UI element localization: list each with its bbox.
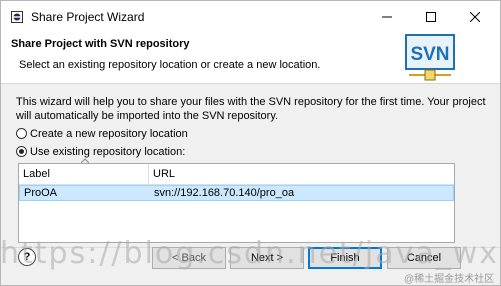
next-button[interactable]: Next >	[230, 247, 304, 269]
repository-table[interactable]: Label URL ProOA svn://192.168.70.140/pro…	[18, 158, 455, 243]
banner-description: Select an existing repository location o…	[19, 59, 321, 71]
option-create-new[interactable]: Create a new repository location	[16, 127, 188, 140]
title-bar: Share Project Wizard	[1, 1, 500, 33]
cell-url: svn://192.168.70.140/pro_oa	[154, 187, 295, 199]
help-button[interactable]: ?	[18, 248, 36, 266]
minimize-button[interactable]	[365, 1, 409, 33]
intro-text: This wizard will help you to share your …	[16, 96, 486, 122]
wizard-banner: Share Project with SVN repository Select…	[1, 33, 500, 84]
cancel-button[interactable]: Cancel	[387, 247, 461, 269]
close-icon	[470, 12, 480, 22]
back-button[interactable]: < Back	[152, 247, 226, 269]
column-header-url[interactable]: URL	[149, 164, 454, 184]
close-button[interactable]	[453, 1, 497, 33]
wizard-window: Share Project Wizard Share Project with …	[0, 0, 501, 286]
radio-use-existing[interactable]	[16, 146, 27, 157]
svn-logo-icon: SVN	[405, 34, 455, 81]
table-row[interactable]: ProOA svn://192.168.70.140/pro_oa	[19, 185, 454, 201]
eclipse-app-icon	[11, 11, 23, 23]
maximize-button[interactable]	[409, 1, 453, 33]
window-title: Share Project Wizard	[31, 10, 145, 24]
minimize-icon	[382, 16, 392, 18]
sort-arrow-icon	[81, 158, 89, 164]
finish-button[interactable]: Finish	[308, 247, 382, 269]
radio-create-new[interactable]	[16, 128, 27, 139]
banner-title: Share Project with SVN repository	[11, 38, 190, 50]
option-use-existing[interactable]: Use existing repository location:	[16, 145, 185, 158]
svn-logo-text: SVN	[410, 44, 449, 65]
column-header-label[interactable]: Label	[19, 158, 149, 184]
help-icon: ?	[23, 251, 31, 263]
table-header: Label URL	[19, 158, 454, 185]
cell-label: ProOA	[24, 187, 58, 199]
option-use-existing-label: Use existing repository location:	[30, 146, 186, 158]
option-create-new-label: Create a new repository location	[30, 128, 188, 140]
maximize-icon	[426, 12, 436, 22]
watermark-corner: @稀土掘金技术社区	[404, 274, 495, 285]
